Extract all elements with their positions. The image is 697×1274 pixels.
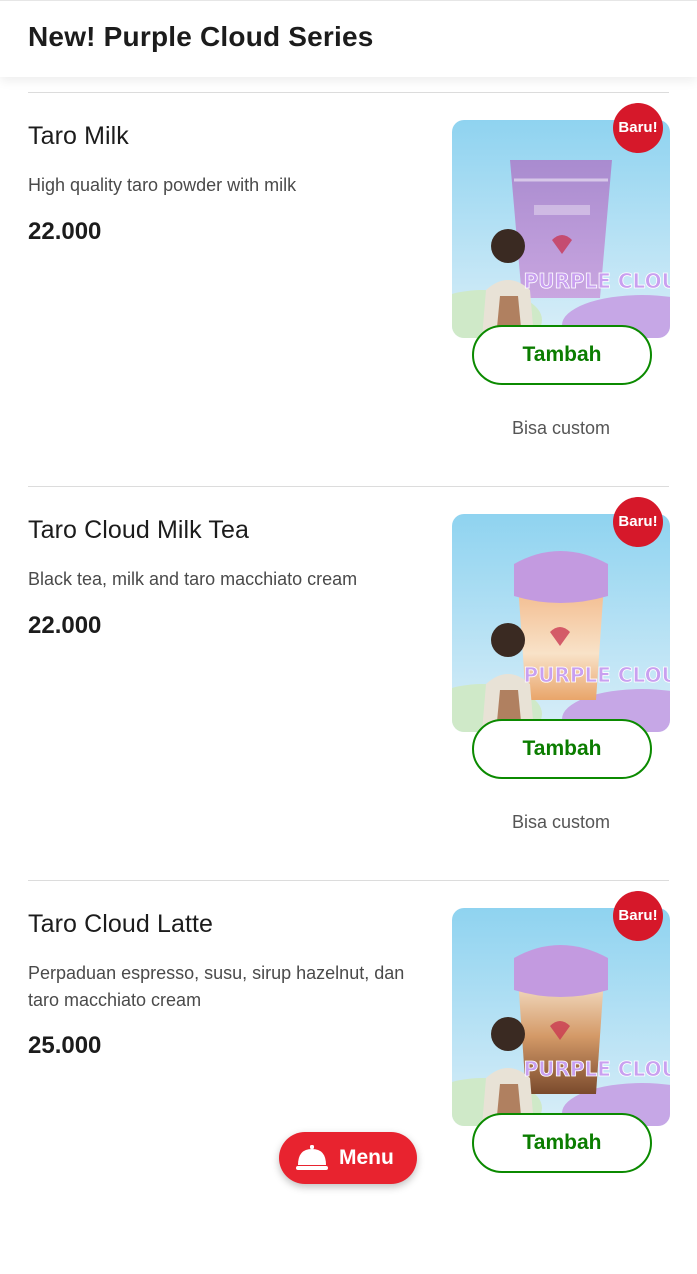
menu-item-taro-milk[interactable]: Taro Milk High quality taro powder with … bbox=[0, 92, 697, 486]
new-badge: Baru! bbox=[613, 497, 663, 547]
item-name: Taro Cloud Milk Tea bbox=[28, 516, 249, 544]
item-divider bbox=[28, 880, 669, 881]
customizable-note: Bisa custom bbox=[511, 812, 611, 832]
customizable-note: Bisa custom bbox=[511, 418, 611, 438]
menu-button[interactable]: Menu bbox=[279, 1132, 417, 1184]
item-divider bbox=[28, 92, 669, 93]
item-name: Taro Cloud Latte bbox=[28, 910, 214, 938]
item-description: High quality taro powder with milk bbox=[28, 175, 297, 195]
menu-item-taro-cloud-latte[interactable]: Taro Cloud Latte Perpaduan espresso, sus… bbox=[0, 880, 697, 1274]
item-name: Taro Milk bbox=[28, 122, 129, 150]
add-button[interactable]: Tambah bbox=[472, 325, 652, 385]
item-description: Black tea, milk and taro macchiato cream bbox=[28, 569, 358, 589]
item-price: 25.000 bbox=[28, 1032, 102, 1059]
item-price: 22.000 bbox=[28, 218, 102, 245]
new-badge: Baru! bbox=[613, 103, 663, 153]
purple-cloud-logo-line1: PURPLE CLOUD bbox=[524, 1057, 670, 1081]
menu-item-taro-cloud-milk-tea[interactable]: Taro Cloud Milk Tea Black tea, milk and … bbox=[0, 486, 697, 880]
add-button[interactable]: Tambah bbox=[472, 719, 652, 779]
page-title: New! Purple Cloud Series bbox=[28, 21, 374, 52]
new-badge: Baru! bbox=[613, 891, 663, 941]
item-price: 22.000 bbox=[28, 612, 102, 639]
item-description: Perpaduan espresso, susu, sirup hazelnut… bbox=[28, 963, 405, 1010]
purple-cloud-logo-line1: PURPLE CLOUD bbox=[524, 663, 670, 687]
cloche-icon bbox=[296, 1145, 328, 1170]
add-button[interactable]: Tambah bbox=[472, 1113, 652, 1173]
item-divider bbox=[28, 486, 669, 487]
page-header: New! Purple Cloud Series bbox=[0, 0, 697, 77]
purple-cloud-logo-line1: PURPLE CLOUD bbox=[524, 269, 670, 293]
menu-button-label: Menu bbox=[339, 1146, 394, 1169]
